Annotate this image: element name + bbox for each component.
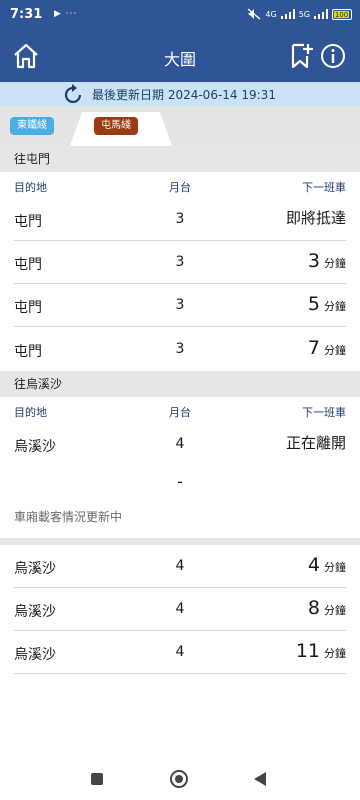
platform: 3 — [175, 211, 185, 227]
destination: 屯門 — [14, 344, 42, 360]
occupancy-placeholder: - — [177, 472, 183, 491]
section-header-wu-kai-sha: 往烏溪沙 — [0, 371, 360, 397]
column-platform: 月台 — [169, 181, 191, 194]
signal-icon-1 — [280, 9, 295, 19]
platform: 3 — [175, 254, 185, 270]
platform: 3 — [175, 341, 185, 357]
train-row: 烏溪沙 4 8 分鐘 — [14, 588, 346, 631]
eta-minutes: 8 — [307, 597, 320, 619]
eta-unit: 分鐘 — [324, 344, 346, 357]
eta-minutes: 4 — [307, 554, 320, 576]
section-divider — [0, 538, 360, 545]
info-button[interactable] — [320, 43, 346, 69]
network-type-1: 4G — [265, 9, 277, 19]
eta-minutes: 5 — [307, 293, 320, 315]
column-destination: 目的地 — [14, 406, 47, 419]
platform: 4 — [175, 601, 185, 617]
eta: 4 分鐘 — [308, 554, 346, 576]
eta: 3 分鐘 — [308, 250, 346, 272]
signal-icon-2 — [314, 9, 328, 19]
column-next-train: 下一班車 — [302, 406, 346, 419]
status-bar: 7:31 ▶ ··· 4G 5G 100 — [0, 0, 360, 30]
battery-icon: 100 — [332, 8, 352, 20]
column-headers: 目的地 月台 下一班車 — [0, 172, 360, 196]
destination: 屯門 — [14, 257, 42, 273]
platform: 4 — [175, 558, 185, 574]
battery-level: 100 — [334, 10, 349, 19]
mute-icon — [247, 8, 261, 20]
eta-status: 即將抵達 — [285, 209, 346, 227]
refresh-button[interactable] — [64, 83, 84, 105]
destination: 屯門 — [14, 300, 42, 316]
eta-unit: 分鐘 — [324, 604, 346, 617]
eta-minutes: 3 — [307, 250, 320, 272]
network-type-2: 5G — [298, 9, 310, 19]
system-nav-bar — [0, 760, 360, 800]
train-row: 屯門 3 3 分鐘 — [14, 241, 346, 284]
train-row: 屯門 3 5 分鐘 — [14, 284, 346, 327]
eta: 5 分鐘 — [308, 293, 346, 315]
eta: 7 分鐘 — [308, 337, 346, 359]
platform: 4 — [175, 644, 185, 660]
app-bar: 大圍 — [0, 30, 360, 82]
platform: 3 — [175, 297, 185, 313]
eta-minutes: 11 — [295, 640, 320, 662]
tab-tuen-ma-line[interactable]: 屯馬綫 — [94, 117, 138, 135]
destination: 烏溪沙 — [14, 604, 56, 620]
back-icon[interactable] — [254, 772, 266, 786]
eta-unit: 分鐘 — [324, 561, 346, 574]
column-next-train: 下一班車 — [302, 181, 346, 194]
destination: 烏溪沙 — [14, 439, 56, 455]
eta-unit: 分鐘 — [324, 257, 346, 270]
destination: 烏溪沙 — [14, 647, 56, 663]
platform: 4 — [175, 436, 185, 452]
eta: 正在離開 — [286, 432, 346, 454]
eta: 11 分鐘 — [296, 640, 346, 662]
update-bar: 最後更新日期 2024-06-14 19:31 — [0, 82, 360, 106]
eta: 8 分鐘 — [308, 597, 346, 619]
tab-east-rail-line[interactable]: 東鐵綫 — [10, 117, 54, 135]
status-time: 7:31 — [10, 7, 43, 22]
line-tabs: 東鐵綫 屯馬綫 — [0, 106, 360, 146]
column-headers: 目的地 月台 下一班車 — [0, 397, 360, 421]
train-row: 屯門 3 即將抵達 — [14, 198, 346, 241]
eta-unit: 分鐘 — [324, 300, 346, 313]
info-icon — [321, 44, 345, 68]
train-row: 屯門 3 7 分鐘 — [14, 328, 346, 371]
bookmark-add-button[interactable] — [290, 42, 314, 70]
train-row: 烏溪沙 4 4 分鐘 — [14, 545, 346, 588]
occupancy-note: 車廂載客情況更新中 — [14, 510, 123, 524]
destination: 屯門 — [14, 214, 42, 230]
eta: 即將抵達 — [286, 207, 346, 229]
notification-icons: ▶ ··· — [54, 9, 78, 19]
eta-unit: 分鐘 — [324, 647, 346, 660]
recents-icon[interactable] — [91, 773, 103, 785]
eta-minutes: 7 — [307, 337, 320, 359]
section-header-tuen-mun: 往屯門 — [0, 146, 360, 172]
train-row: 烏溪沙 4 11 分鐘 — [14, 631, 346, 674]
last-update-text: 最後更新日期 2024-06-14 19:31 — [92, 88, 276, 102]
column-destination: 目的地 — [14, 181, 47, 194]
destination: 烏溪沙 — [14, 561, 56, 577]
eta-status: 正在離開 — [285, 434, 346, 452]
home-nav-icon[interactable] — [170, 770, 188, 788]
column-platform: 月台 — [169, 406, 191, 419]
train-row: 烏溪沙 4 正在離開 — [14, 423, 346, 466]
refresh-icon — [64, 84, 82, 104]
bookmark-add-icon — [291, 43, 313, 69]
status-icons: 4G 5G 100 — [247, 8, 352, 20]
